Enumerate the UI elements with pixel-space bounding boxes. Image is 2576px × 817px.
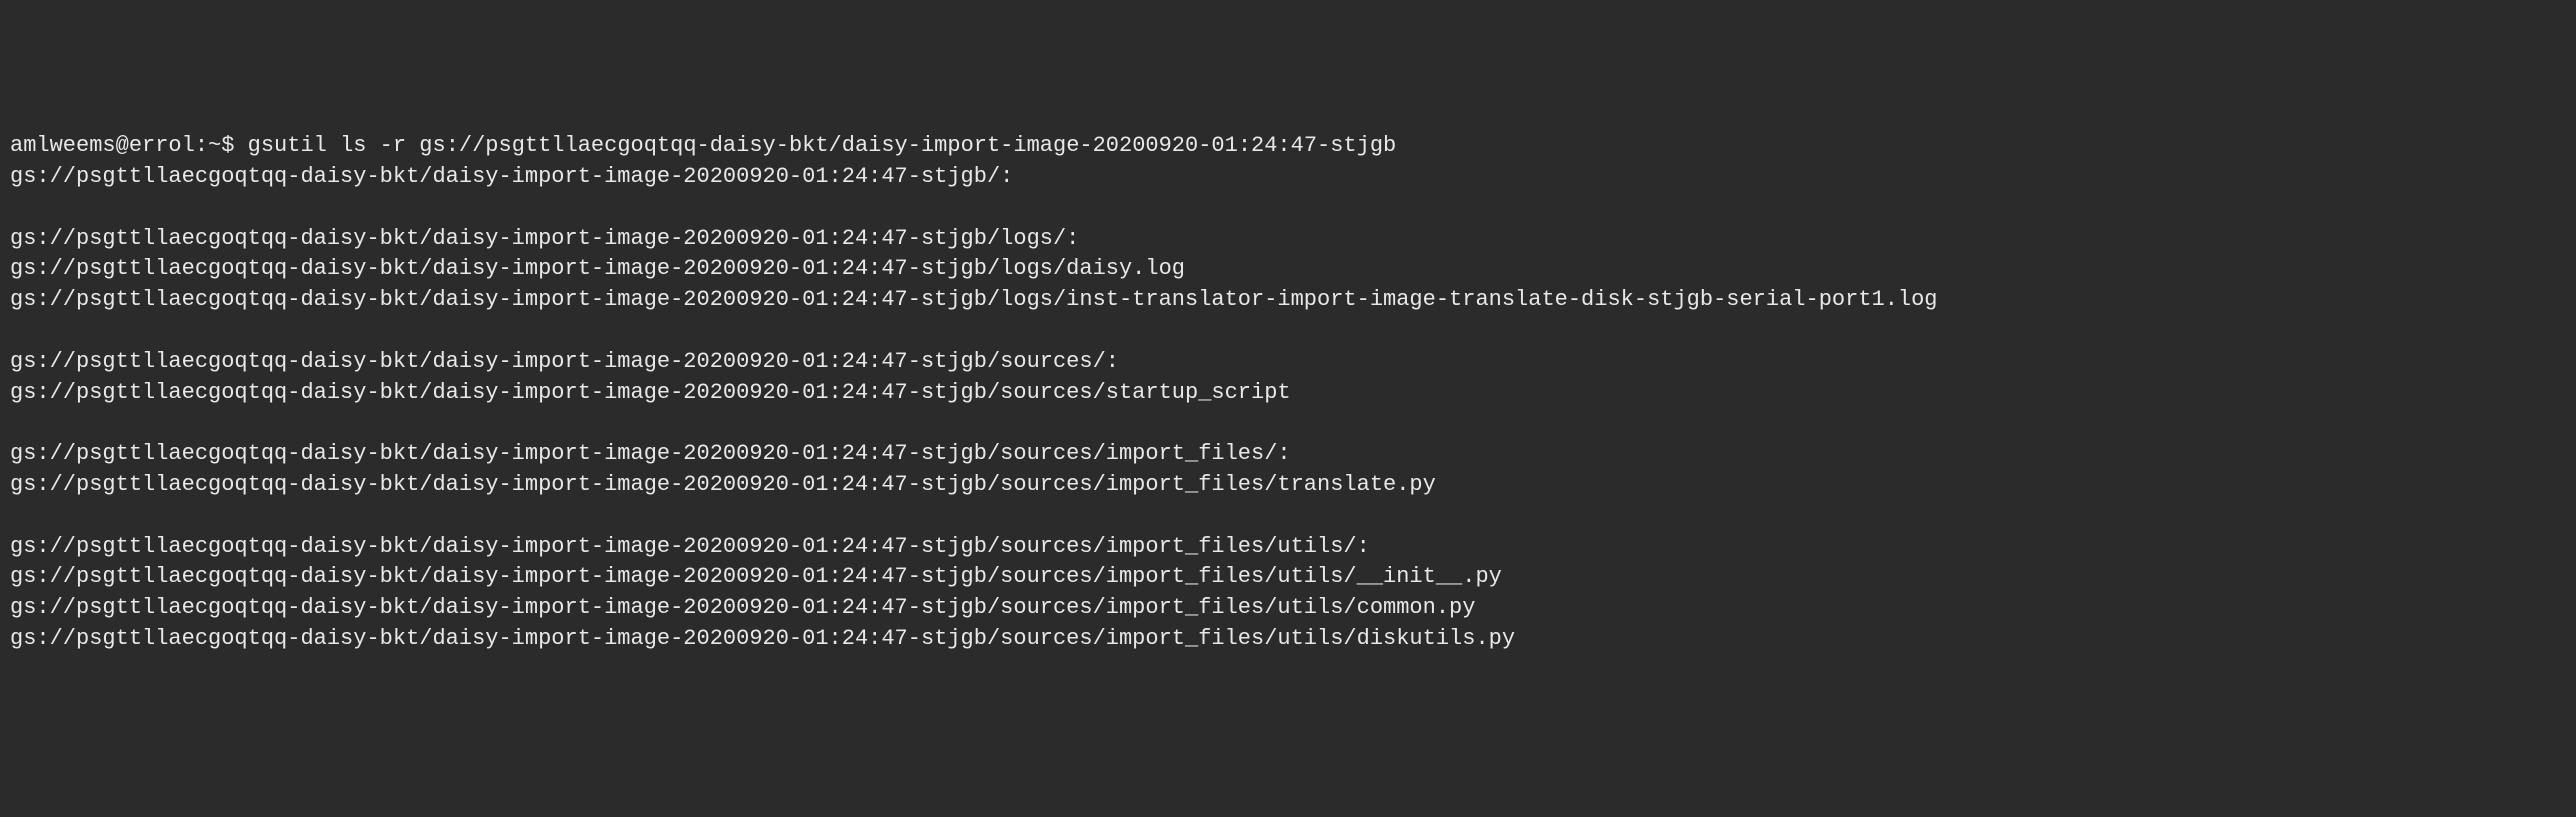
output-line: gs://psgttllaecgoqtqq-daisy-bkt/daisy-im…: [10, 347, 2566, 378]
output-line: gs://psgttllaecgoqtqq-daisy-bkt/daisy-im…: [10, 162, 2566, 193]
output-line: gs://psgttllaecgoqtqq-daisy-bkt/daisy-im…: [10, 532, 2566, 563]
output-line: gs://psgttllaecgoqtqq-daisy-bkt/daisy-im…: [10, 285, 2566, 316]
command-line: amlweems@errol:~$ gsutil ls -r gs://psgt…: [10, 131, 2566, 162]
output-line: gs://psgttllaecgoqtqq-daisy-bkt/daisy-im…: [10, 562, 2566, 593]
output-line: gs://psgttllaecgoqtqq-daisy-bkt/daisy-im…: [10, 224, 2566, 255]
output-line: [10, 408, 2566, 439]
prompt-path: ~: [208, 133, 221, 158]
output-line: [10, 316, 2566, 347]
command-text: gsutil ls -r gs://psgttllaecgoqtqq-daisy…: [248, 133, 1397, 158]
prompt-user-host: amlweems@errol: [10, 133, 195, 158]
prompt-symbol: $: [221, 133, 234, 158]
output-line: gs://psgttllaecgoqtqq-daisy-bkt/daisy-im…: [10, 378, 2566, 409]
terminal-output: amlweems@errol:~$ gsutil ls -r gs://psgt…: [10, 131, 2566, 655]
output-line: gs://psgttllaecgoqtqq-daisy-bkt/daisy-im…: [10, 254, 2566, 285]
output-line: gs://psgttllaecgoqtqq-daisy-bkt/daisy-im…: [10, 624, 2566, 655]
output-line: gs://psgttllaecgoqtqq-daisy-bkt/daisy-im…: [10, 439, 2566, 470]
output-line: gs://psgttllaecgoqtqq-daisy-bkt/daisy-im…: [10, 470, 2566, 501]
output-line: [10, 501, 2566, 532]
output-line: [10, 193, 2566, 224]
output-line: gs://psgttllaecgoqtqq-daisy-bkt/daisy-im…: [10, 593, 2566, 624]
